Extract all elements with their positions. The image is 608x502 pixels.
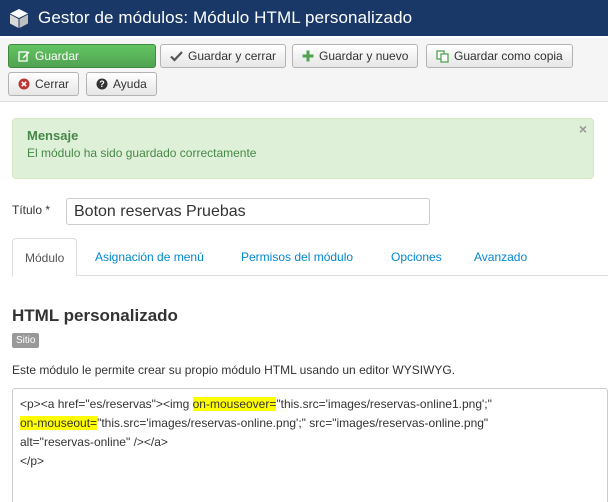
save-and-close-label: Guardar y cerrar	[188, 49, 277, 63]
title-label: Título *	[12, 203, 51, 217]
save-button[interactable]: Guardar	[8, 44, 156, 68]
plus-icon	[302, 50, 314, 62]
save-and-new-label: Guardar y nuevo	[319, 49, 409, 63]
save-and-close-button[interactable]: Guardar y cerrar	[160, 44, 287, 68]
edit-icon	[18, 50, 30, 62]
close-icon[interactable]: ×	[579, 121, 587, 137]
site-badge: Sitio	[12, 333, 40, 348]
save-as-copy-button[interactable]: Guardar como copia	[426, 44, 573, 68]
code-text: <p><a href="es/reservas"><img	[20, 397, 193, 411]
tab-bar: Módulo Asignación de menú Permisos del m…	[12, 238, 608, 277]
message-heading: Mensaje	[27, 128, 79, 143]
tab-module-permissions[interactable]: Permisos del módulo	[229, 238, 365, 276]
html-code-editor[interactable]: <p><a href="es/reservas"><img on-mouseov…	[12, 388, 608, 502]
toolbar: Guardar Guardar y cerrar Guardar y nuevo…	[0, 38, 608, 102]
code-line-4: </p>	[20, 454, 45, 468]
tab-advanced[interactable]: Avanzado	[462, 238, 539, 276]
module-description: Este módulo le permite crear su propio m…	[12, 363, 456, 377]
section-heading: HTML personalizado	[12, 306, 178, 325]
svg-text:?: ?	[99, 79, 105, 89]
tab-options[interactable]: Opciones	[379, 238, 454, 276]
title-input[interactable]: Boton reservas Pruebas	[66, 198, 430, 225]
save-as-copy-label: Guardar como copia	[454, 49, 563, 63]
tab-module[interactable]: Módulo	[12, 238, 78, 277]
help-button[interactable]: ? Ayuda	[86, 72, 157, 96]
code-line-2: on-mouseout="this.src='images/reservas-o…	[20, 414, 600, 433]
check-icon	[170, 50, 183, 62]
help-label: Ayuda	[113, 77, 147, 91]
code-line-3: alt="reservas-online" /></a>	[20, 435, 168, 449]
highlighted-code: on-mouseout=	[20, 416, 98, 430]
close-label: Cerrar	[35, 77, 70, 91]
success-message: Mensaje El módulo ha sido guardado corre…	[12, 118, 594, 179]
code-text: "this.src='images/reservas-online.png';"…	[97, 416, 489, 430]
tab-menu-assignment[interactable]: Asignación de menú	[83, 238, 216, 276]
joomla-cube-icon	[8, 7, 30, 29]
highlighted-code: on-mouseover=	[192, 397, 277, 411]
code-text: "this.src='images/reservas-online1.png';…	[276, 397, 492, 411]
save-and-new-button[interactable]: Guardar y nuevo	[292, 44, 419, 68]
help-icon: ?	[96, 78, 108, 90]
close-button[interactable]: Cerrar	[8, 72, 80, 96]
code-line-1: <p><a href="es/reservas"><img on-mouseov…	[20, 395, 600, 414]
save-button-label: Guardar	[35, 49, 80, 63]
copy-icon	[436, 49, 449, 63]
message-text: El módulo ha sido guardado correctamente	[27, 146, 257, 160]
page-title: Gestor de módulos: Módulo HTML personali…	[38, 8, 413, 27]
title-bar: Gestor de módulos: Módulo HTML personali…	[0, 0, 608, 36]
cancel-circle-icon	[18, 78, 30, 90]
